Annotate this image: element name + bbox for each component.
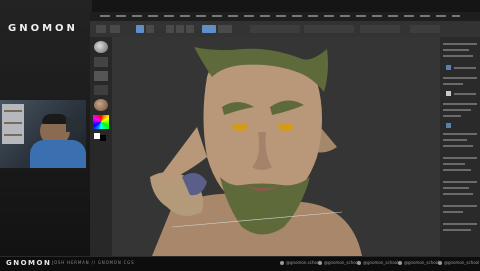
material-icon[interactable] [94,99,108,111]
subtool-visibility-icon[interactable] [446,65,451,70]
alpha-icon[interactable] [94,71,108,81]
tool-palette[interactable] [440,37,480,256]
facebook-icon [280,261,284,265]
rotate-button[interactable] [186,25,194,33]
social-handle: @gnomon_school [324,260,360,265]
social-handle: @gnomon_school [444,260,480,265]
top-toolbar [90,21,480,38]
projection-button[interactable] [96,25,106,33]
move-button[interactable] [166,25,174,33]
active-points-readout [410,25,440,33]
social-twitter[interactable]: @gnomon_school [318,260,359,265]
draw-size-slider[interactable] [304,25,354,33]
social-handle: @gnomon_school [363,260,399,265]
vimeo-icon [438,261,442,265]
webcam-feed [0,100,86,168]
color-picker-icon[interactable] [93,115,109,129]
stroke-icon[interactable] [94,57,108,67]
social-vimeo[interactable]: @gnomon_school [438,260,479,265]
zsub-button[interactable] [218,25,232,33]
lightbox-button[interactable] [110,25,120,33]
viewport-canvas[interactable] [112,37,440,256]
scale-button[interactable] [176,25,184,33]
texture-icon[interactable] [94,85,108,95]
z-intensity-slider[interactable] [360,25,400,33]
secondary-color-swatch[interactable] [100,135,106,141]
brush-icon[interactable] [94,41,108,53]
twitter-icon [318,261,322,265]
social-handle: @gnomon_school [404,260,440,265]
edit-button[interactable] [136,25,144,33]
xyz-icon[interactable] [446,123,451,128]
zadd-button[interactable] [202,25,216,33]
social-instagram[interactable]: @gnomon_school [357,260,398,265]
draw-button[interactable] [146,25,154,33]
sculpt-model [150,47,362,256]
social-handle: @gnomon.school [286,260,321,265]
gnomon-logo: GNOMON [8,23,78,34]
focal-shift-slider[interactable] [250,25,300,33]
social-facebook[interactable]: @gnomon.school [280,260,321,265]
instagram-icon [357,261,361,265]
menu-bar[interactable] [90,12,480,21]
social-youtube[interactable]: @gnomon_school [398,260,439,265]
persp-icon[interactable] [446,91,451,96]
youtube-icon [398,261,402,265]
instructor-credit: JOSH HERMAN // GNOMON CGS [52,260,135,265]
footer-logo: GNOMON [6,259,52,267]
left-shelf [90,37,112,256]
